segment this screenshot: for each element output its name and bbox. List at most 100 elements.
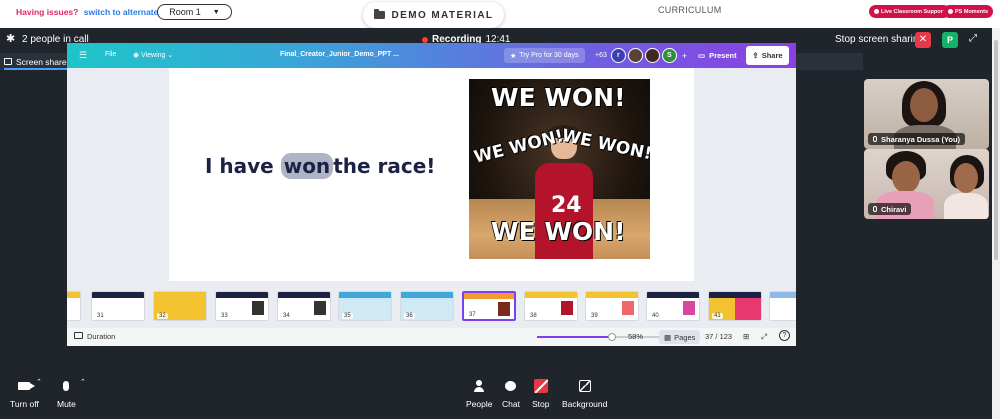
page-scrollbar-thumb[interactable] (994, 40, 998, 260)
crown-icon: ★ (510, 52, 517, 60)
page-counter: 37 / 123 (705, 332, 733, 341)
share-button[interactable]: ⇪ Share (746, 46, 789, 65)
pages-button[interactable]: ▦ Pages (659, 330, 701, 344)
present-icon: ▭ (698, 51, 706, 60)
stop-share-button[interactable]: Stop (532, 378, 550, 409)
camera-toggle-button[interactable]: Turn off (10, 378, 39, 409)
mute-button[interactable]: Mute (57, 378, 76, 409)
grid-view-icon[interactable]: ⊞ (743, 332, 749, 341)
room-select[interactable]: Room 1 ▼ (157, 4, 232, 20)
slide-thumbnail[interactable]: 41 (708, 291, 762, 321)
zoom-slider[interactable] (537, 333, 667, 341)
present-label: Present (709, 51, 737, 60)
slide-thumbnail[interactable]: 32 (153, 291, 207, 321)
slide-thumbnail[interactable]: 40 (646, 291, 700, 321)
add-collaborator-button[interactable]: + (682, 51, 687, 61)
thumb-band (278, 292, 330, 298)
background-button[interactable]: Background (562, 378, 607, 409)
slide-thumbnail[interactable]: 36 (400, 291, 454, 321)
avatar[interactable]: r (610, 48, 626, 63)
slide-thumbnail-selected[interactable]: 37 (462, 291, 516, 321)
participant-badge[interactable]: P (942, 32, 958, 48)
slide-thumbnail[interactable]: 33 (215, 291, 269, 321)
thumb-image (498, 302, 510, 316)
chat-button[interactable]: Chat (502, 378, 520, 409)
slide-thumbnail[interactable] (769, 291, 796, 321)
participant-nameplate: Sharanya Dussa (You) (868, 133, 966, 145)
demo-material-button[interactable]: DEMO MATERIAL (363, 2, 504, 28)
folder-icon (373, 9, 385, 19)
camera-icon (18, 378, 36, 394)
participant-face (910, 88, 938, 122)
participant-face-2 (954, 163, 978, 193)
live-support-button[interactable]: Live Classroom Support (869, 5, 950, 18)
stop-sharing-label: Stop screen sharing (835, 34, 924, 45)
zoom-slider-fill (537, 336, 613, 338)
thumb-band (464, 293, 514, 299)
people-button[interactable]: People (466, 378, 492, 409)
duration-button[interactable]: Duration (87, 332, 115, 341)
demo-material-label: DEMO MATERIAL (391, 9, 494, 21)
fullscreen-icon[interactable]: ⤢ (761, 332, 767, 342)
call-toolbar: Turn off ⌃ Mute ⌃ People Chat Stop Backg… (0, 374, 992, 419)
thumb-number: 40 (650, 313, 661, 319)
thumb-number: 34 (281, 313, 292, 319)
menu-icon[interactable]: ☰ (79, 50, 87, 61)
slide-thumbnail[interactable]: 39 (585, 291, 639, 321)
canva-status-bar: Duration 58% ▦ Pages 37 / 123 ⊞ ⤢ ? (67, 328, 796, 346)
thumb-band (586, 292, 638, 298)
chevron-down-icon: ⌄ (165, 52, 174, 59)
present-button[interactable]: ▭ Present (692, 47, 743, 64)
mic-options-chevron-icon[interactable]: ⌃ (80, 378, 86, 386)
stop-sharing-close-button[interactable]: ✕ (915, 32, 931, 48)
curriculum-link[interactable]: CURRICULUM (658, 5, 722, 15)
participant-name: Sharanya Dussa (You) (881, 134, 961, 144)
ps-moments-button[interactable]: PS Moments (943, 5, 994, 18)
zoom-level[interactable]: 58% (628, 332, 643, 341)
slide-sentence: I have won the race! (205, 153, 435, 179)
background-icon (578, 378, 591, 394)
slide[interactable]: I have won the race! 24 WE WON! WE WON! W… (169, 68, 694, 281)
zoom-slider-handle[interactable] (608, 333, 617, 341)
thumb-number: 32 (157, 313, 168, 319)
stop-share-icon (533, 378, 548, 394)
mic-icon (873, 136, 877, 142)
fullscreen-icon[interactable]: ⤢ (969, 33, 977, 44)
thumb-image (561, 301, 573, 315)
viewing-dropdown[interactable]: ◉ Viewing ⌄ (133, 51, 173, 59)
page-scrollbar[interactable] (992, 28, 1000, 419)
microphone-icon (63, 378, 70, 394)
slide-thumbnail[interactable]: 34 (277, 291, 331, 321)
duration-icon[interactable] (74, 332, 83, 339)
collaborator-avatars[interactable]: +63 r S + (595, 46, 689, 65)
avatar[interactable] (644, 48, 660, 63)
thumb-image (622, 301, 634, 315)
chevron-down-icon: ▼ (212, 8, 220, 16)
slide-thumbnail[interactable]: 31 (91, 291, 145, 321)
thumb-band (154, 292, 206, 298)
collaborator-count: +63 (595, 52, 607, 59)
camera-options-chevron-icon[interactable]: ⌃ (36, 378, 42, 386)
viewing-label: Viewing (141, 52, 166, 59)
file-menu[interactable]: File (105, 51, 116, 58)
participant-tile-self[interactable]: Sharanya Dussa (You) (864, 79, 989, 149)
thumb-band (67, 292, 80, 298)
avatar[interactable]: S (661, 48, 677, 63)
pages-icon: ▦ (664, 332, 672, 342)
help-icon[interactable]: ? (779, 330, 790, 341)
document-title[interactable]: Final_Creator_Junior_Demo_PPT ... (280, 51, 399, 58)
participant-tile-chiravi[interactable]: Chiravi (864, 149, 989, 219)
participant-nameplate: Chiravi (868, 203, 912, 215)
avatar[interactable] (627, 48, 643, 63)
shared-screen: ☰ File ◉ Viewing ⌄ Final_Creator_Junior_… (67, 43, 796, 346)
slide-thumbnail[interactable] (67, 291, 81, 321)
issues-text: Having issues? (16, 7, 79, 17)
slide-thumbnail[interactable]: 38 (524, 291, 578, 321)
slide-thumbnail[interactable]: 35 (338, 291, 392, 321)
try-pro-button[interactable]: ★ Try Pro for 30 days (504, 48, 585, 63)
gear-icon[interactable]: ✱ (6, 34, 17, 45)
thumb-band (92, 292, 144, 298)
thumb-image (252, 301, 264, 315)
screen-icon (4, 58, 12, 65)
live-support-label: Live Classroom Support (881, 8, 945, 15)
